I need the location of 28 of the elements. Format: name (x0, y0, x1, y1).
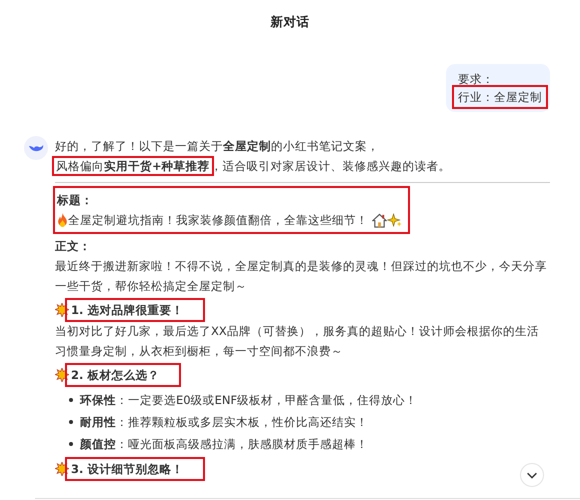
bullet-item: 环保性：一定要选E0级或ENF级板材，甲醛含量低，住得放心！ (80, 392, 418, 409)
section-heading: 2. 板材怎么选？ (67, 365, 180, 385)
starburst-icon (55, 368, 69, 382)
post-title: 全屋定制避坑指南！我家装修颜值翻倍，全靠这些细节！ (68, 212, 368, 229)
body-paragraph: 当初对比了好几家，最后选了XX品牌（可替换），服务真的超贴心！设计师会根据你的生活习惯量身定制，从衣柜到橱柜，每一寸空间都不浪费～ (55, 323, 540, 360)
reply-text: ，适合吸引对家居设计、装修感兴趣的读者。 (210, 159, 451, 173)
section-label: 正文： (55, 238, 92, 255)
window-title: 新对话 (270, 14, 310, 31)
reply-text: 好的，了解了！以下是一篇关于全屋定制的小红书笔记文案， (55, 139, 379, 153)
body-paragraph: 最近终于搬进新家啦！不得不说，全屋定制真的是装修的灵魂！但踩过的坑也不少，今天分享一些干货，帮你轻松搞定全屋定制～ (55, 258, 548, 295)
bullet-item: 耐用性：推荐颗粒板或多层实木板，性价比高还结实！ (80, 414, 368, 431)
scroll-down-button[interactable] (520, 463, 544, 487)
bullet-icon (69, 420, 73, 424)
bullet-icon (69, 398, 73, 402)
section-heading: 1. 选对品牌很重要！ (67, 300, 204, 320)
bullet-item: 颜值控：哑光面板高级感拉满，肤感膜材质手感超棒！ (80, 436, 368, 453)
highlighted-text: 风格偏向实用干货+种草推荐 (55, 159, 211, 173)
message-text: 行业：全屋定制 (455, 88, 545, 106)
section-heading: 3. 设计细节别忽略！ (67, 459, 204, 479)
section-label: 标题： (57, 192, 94, 209)
sparkles-icon (387, 212, 402, 228)
whale-logo-icon (24, 136, 48, 160)
fire-icon (57, 213, 68, 227)
house-icon (372, 212, 387, 228)
message-text: 要求： (457, 71, 495, 88)
starburst-icon (55, 303, 69, 317)
starburst-icon (55, 462, 69, 476)
bullet-icon (69, 442, 73, 446)
